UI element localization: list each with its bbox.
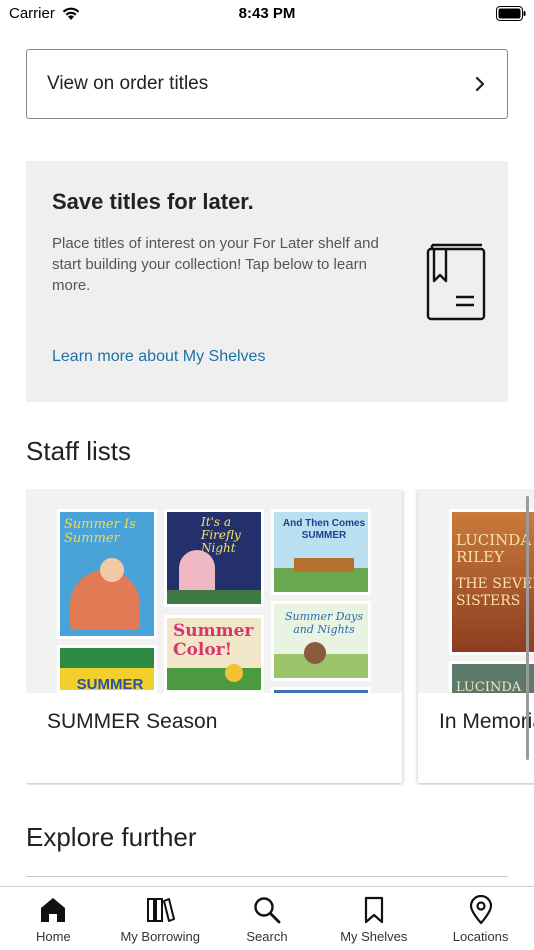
books-icon [147, 898, 176, 922]
book-cover: It's a Firefly Night [164, 509, 264, 607]
bookmark-icon [364, 896, 383, 924]
book-cover [271, 687, 371, 693]
tab-locations-label: Locations [452, 929, 509, 944]
staff-list-card-summer[interactable]: Summer Is Summer It's a Firefly Night An… [26, 489, 402, 783]
book-cover: LUCINDA RILEY THE SEVEN SISTERS [449, 509, 534, 655]
battery-icon [496, 6, 526, 21]
staff-list-title: In Memoriam (1966-2023) [439, 710, 534, 733]
tab-search[interactable]: Search [214, 887, 321, 950]
vertical-scrollbar[interactable] [526, 496, 529, 760]
search-icon [254, 897, 281, 924]
book-cover: Summer Days and Nights [271, 601, 371, 681]
section-divider [26, 876, 508, 877]
home-icon [41, 898, 66, 922]
staff-list-title: SUMMER Season [47, 710, 218, 733]
location-pin-icon [469, 895, 492, 925]
view-on-order-titles-button[interactable]: View on order titles [26, 49, 508, 119]
learn-more-my-shelves-link[interactable]: Learn more about My Shelves [52, 348, 265, 366]
staff-list-covers: LUCINDA RILEY THE SEVEN SISTERS LUCINDA [418, 489, 534, 693]
book-cover: LUCINDA [449, 661, 534, 693]
staff-list-card-in-memoriam[interactable]: LUCINDA RILEY THE SEVEN SISTERS LUCINDA … [418, 489, 534, 783]
tab-home-label: Home [36, 929, 71, 944]
tab-search-label: Search [246, 929, 288, 944]
staff-list-covers: Summer Is Summer It's a Firefly Night An… [26, 489, 402, 693]
save-for-later-promo: Save titles for later. Place titles of i… [26, 161, 508, 402]
chevron-right-icon [475, 76, 485, 92]
status-time: 8:43 PM [238, 5, 296, 22]
tab-my-borrowing[interactable]: My Borrowing [107, 887, 214, 950]
tab-my-borrowing-label: My Borrowing [120, 929, 200, 944]
bookmark-book-icon [426, 243, 486, 321]
book-cover: Summer Is Summer [57, 509, 157, 639]
tab-locations[interactable]: Locations [427, 887, 534, 950]
bottom-tab-bar: Home My Borrowing Search My Shelves Loca… [0, 886, 534, 950]
book-cover: SUMMER [57, 645, 157, 693]
explore-further-heading: Explore further [26, 822, 197, 852]
staff-lists-heading: Staff lists [26, 436, 132, 466]
tab-home[interactable]: Home [0, 887, 107, 950]
tab-my-shelves[interactable]: My Shelves [320, 887, 427, 950]
book-cover: Summer Color! [164, 615, 264, 693]
order-card-label: View on order titles [47, 73, 209, 94]
staff-lists-carousel[interactable]: Summer Is Summer It's a Firefly Night An… [26, 489, 534, 785]
tab-my-shelves-label: My Shelves [340, 929, 408, 944]
status-bar: Carrier 8:43 PM [0, 0, 534, 30]
book-cover: And Then Comes SUMMER [271, 509, 371, 595]
promo-title: Save titles for later. [52, 189, 254, 214]
promo-description: Place titles of interest on your For Lat… [52, 235, 379, 294]
